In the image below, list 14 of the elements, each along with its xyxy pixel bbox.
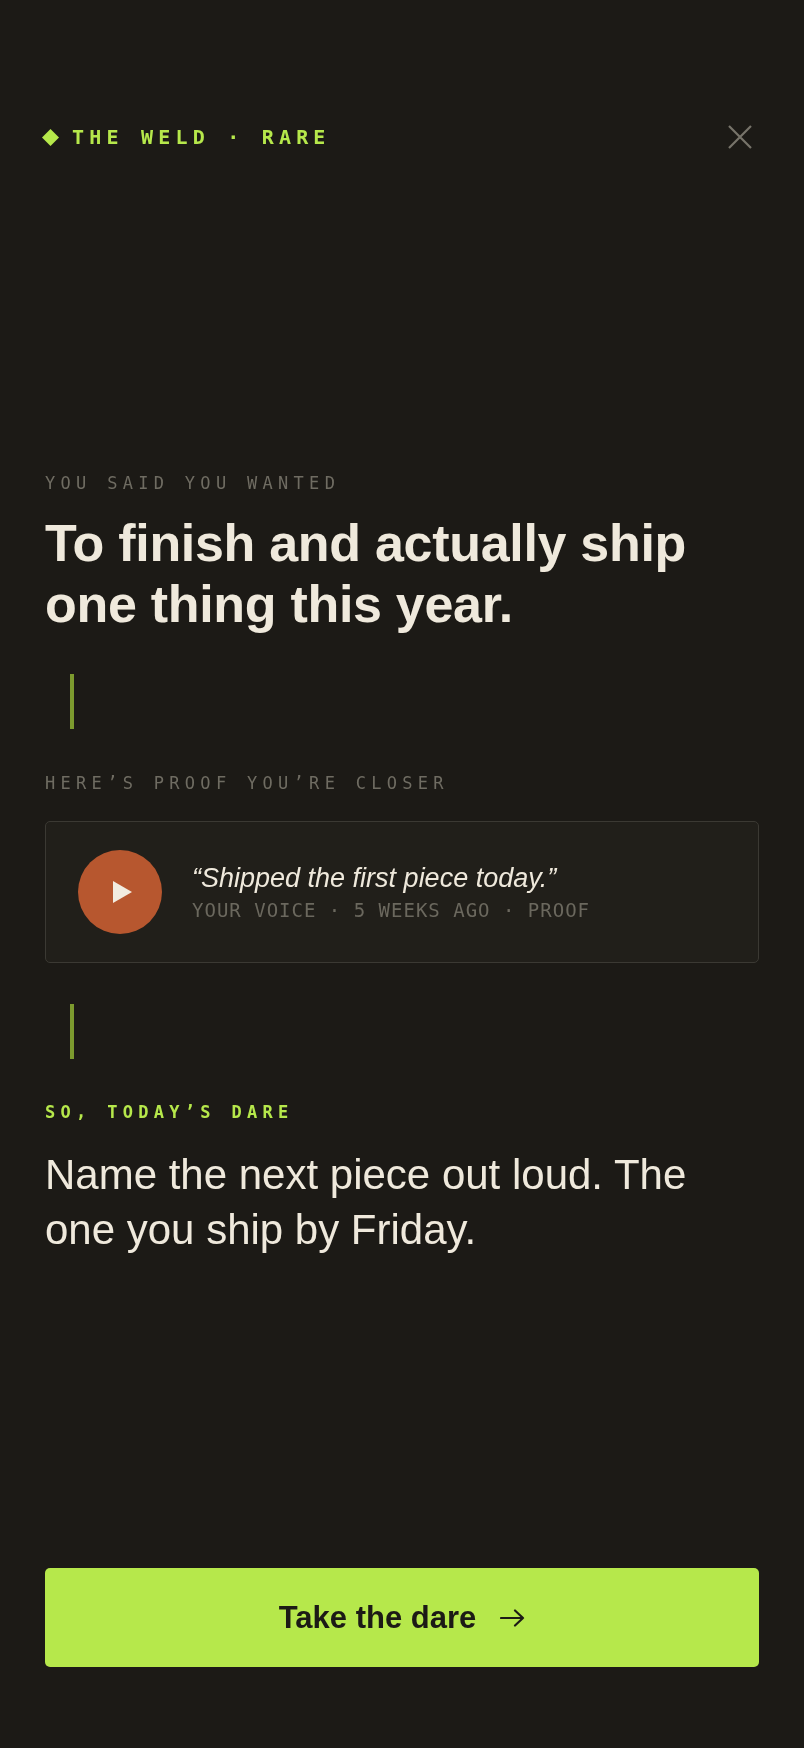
close-icon — [728, 125, 752, 149]
close-button[interactable] — [727, 124, 753, 150]
quote-text: “Shipped the first piece today.” — [192, 861, 559, 894]
brand-label: THE WELD · RARE — [72, 125, 331, 149]
play-icon — [112, 881, 132, 903]
section-label: HERE’S PROOF YOU’RE CLOSER — [45, 772, 449, 795]
diamond-icon — [42, 128, 59, 146]
take-dare-button[interactable]: Take the dare — [45, 1568, 759, 1667]
dare-text: Name the next piece out loud. The one you ship by Friday. — [45, 1150, 688, 1255]
section-label: YOU SAID YOU WANTED — [45, 472, 341, 495]
section-label: SO, TODAY’S DARE — [45, 1101, 294, 1124]
arrow-icon — [500, 1608, 526, 1627]
goal-heading: To finish and actually ship one thing this year. — [45, 513, 687, 635]
voice-note-meta: YOUR VOICE · 5 WEEKS AGO · PROOF — [192, 897, 591, 923]
